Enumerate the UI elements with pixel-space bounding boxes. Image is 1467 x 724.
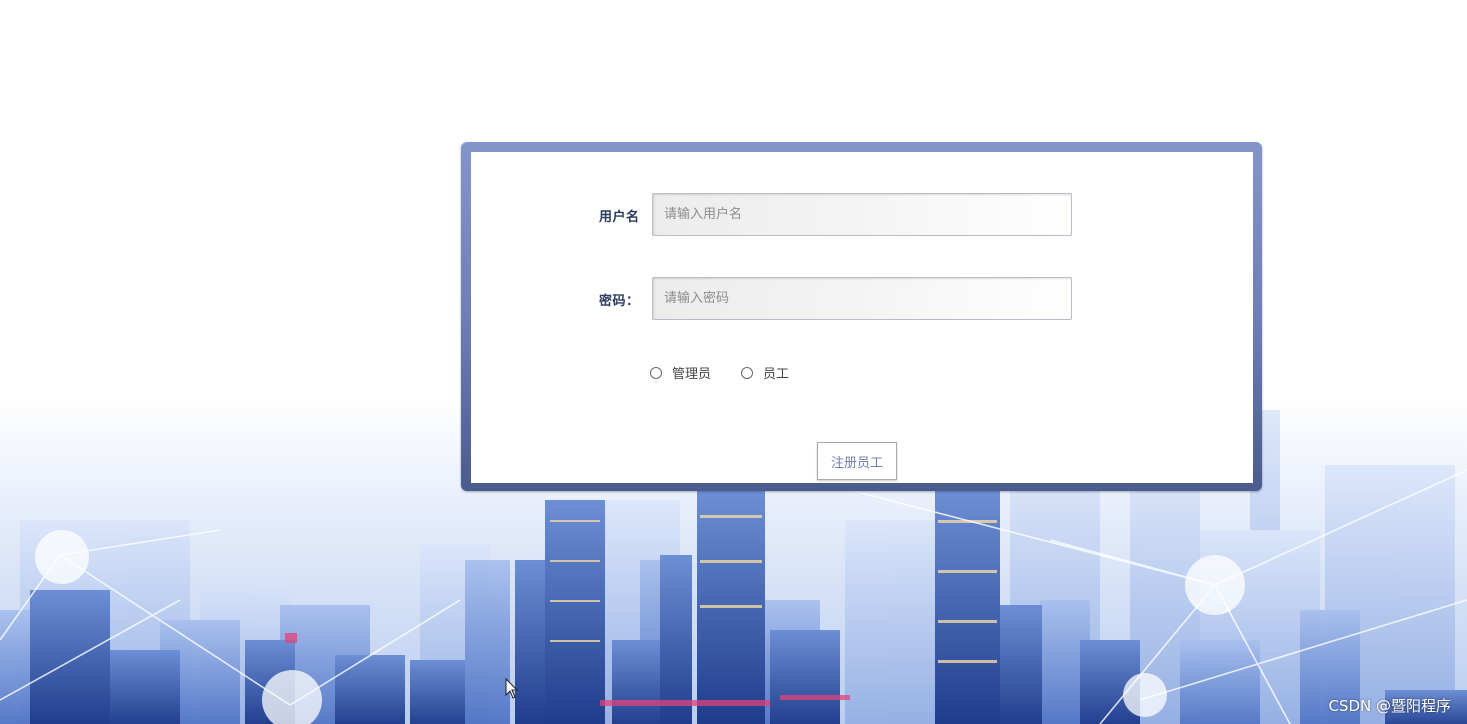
role-label-employee: 员工: [763, 367, 790, 382]
radio-unselected-icon[interactable]: [650, 366, 662, 379]
password-input[interactable]: [652, 277, 1072, 320]
register-employee-button[interactable]: 注册员工: [817, 442, 897, 480]
login-form: 用户名 密码： 管理员 员工 注册员工: [471, 152, 1253, 483]
mouse-pointer-icon: [505, 678, 519, 699]
password-label: 密码：: [599, 294, 640, 309]
role-option-employee[interactable]: 员工: [741, 363, 789, 382]
watermark: CSDN @暨阳程序: [1328, 697, 1451, 715]
role-option-admin[interactable]: 管理员: [650, 363, 711, 382]
username-label: 用户名: [599, 210, 640, 225]
login-card: 用户名 密码： 管理员 员工 注册员工: [461, 142, 1262, 491]
role-radio-group: 管理员 员工: [650, 363, 819, 382]
role-label-admin: 管理员: [672, 367, 712, 382]
username-input[interactable]: [652, 193, 1072, 236]
radio-unselected-icon[interactable]: [741, 366, 754, 379]
